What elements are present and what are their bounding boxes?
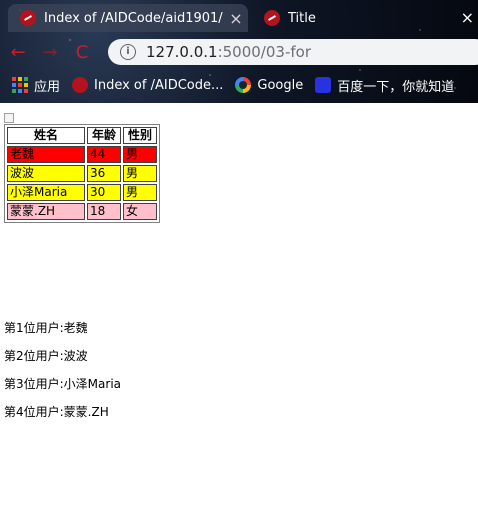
- baidu-paw-icon: [315, 77, 332, 93]
- google-icon: [235, 77, 252, 93]
- site-info-icon[interactable]: i: [120, 44, 136, 60]
- broken-image-icon: [4, 113, 14, 123]
- tab-title: Title: [288, 10, 316, 26]
- window-close-icon[interactable]: ×: [461, 8, 474, 27]
- bookmark-label: 应用: [34, 79, 61, 95]
- cell-sex: 男: [123, 184, 157, 201]
- address-bar[interactable]: i 127.0.0.1 :5000/03-for: [108, 39, 478, 65]
- cell-age: 18: [87, 203, 121, 220]
- bookmark-label: Google: [257, 77, 304, 93]
- table-header-row: 姓名 年龄 性别: [7, 127, 157, 144]
- cell-age: 44: [87, 146, 121, 163]
- tab-title-page[interactable]: Title: [252, 4, 452, 32]
- cell-name: 波波: [7, 165, 85, 182]
- header-age: 年龄: [87, 127, 121, 144]
- tab-close-icon[interactable]: ×: [224, 9, 248, 28]
- cell-sex: 男: [123, 165, 157, 182]
- header-sex: 性别: [123, 127, 157, 144]
- page-content: 姓名 年龄 性别 老魏 44 男 波波 36 男 小泽Maria 30 男 蒙蒙…: [0, 103, 478, 518]
- url-host: 127.0.0.1: [146, 43, 218, 61]
- user-line: 第1位用户:老魏: [4, 321, 88, 335]
- site-favicon-icon: [72, 77, 89, 93]
- site-favicon-icon: [20, 10, 36, 26]
- reload-button[interactable]: C: [68, 38, 96, 66]
- bookmark-index-of-aidcode[interactable]: Index of /AIDCode...: [72, 77, 223, 93]
- url-path: :5000/03-for: [217, 43, 311, 61]
- user-line: 第4位用户:蒙蒙.ZH: [4, 405, 109, 419]
- bookmark-baidu[interactable]: 百度一下，你就知道: [315, 76, 454, 95]
- site-favicon-icon: [264, 10, 280, 26]
- browser-toolbar: ← → C i 127.0.0.1 :5000/03-for: [0, 36, 478, 68]
- table-row: 老魏 44 男: [7, 146, 157, 163]
- back-button[interactable]: ←: [4, 38, 32, 66]
- cell-name: 蒙蒙.ZH: [7, 203, 85, 220]
- header-name: 姓名: [7, 127, 85, 144]
- table-row: 小泽Maria 30 男: [7, 184, 157, 201]
- forward-button[interactable]: →: [36, 38, 64, 66]
- cell-sex: 男: [123, 146, 157, 163]
- bookmark-label: 百度一下，你就知道: [337, 79, 455, 95]
- cell-name: 老魏: [7, 146, 85, 163]
- apps-grid-icon: [12, 77, 28, 93]
- cell-name: 小泽Maria: [7, 184, 85, 201]
- tab-title: Index of /AIDCode/aid1901/1: [44, 10, 224, 26]
- user-line: 第3位用户:小泽Maria: [4, 377, 122, 391]
- bookmarks-bar: 应用 Index of /AIDCode... Google 百度一下，你就知道: [0, 72, 478, 98]
- cell-age: 36: [87, 165, 121, 182]
- users-table: 姓名 年龄 性别 老魏 44 男 波波 36 男 小泽Maria 30 男 蒙蒙…: [4, 124, 160, 223]
- browser-chrome: Index of /AIDCode/aid1901/1 × Title × ← …: [0, 0, 478, 103]
- cell-age: 30: [87, 184, 121, 201]
- user-list: 第1位用户:老魏 第2位用户:波波 第3位用户:小泽Maria 第4位用户:蒙蒙…: [4, 322, 121, 434]
- cell-sex: 女: [123, 203, 157, 220]
- table-row: 波波 36 男: [7, 165, 157, 182]
- table-row: 蒙蒙.ZH 18 女: [7, 203, 157, 220]
- bookmark-label: Index of /AIDCode...: [94, 77, 224, 93]
- bookmark-apps[interactable]: 应用: [12, 76, 60, 95]
- bookmark-google[interactable]: Google: [235, 77, 303, 93]
- tab-index-of-aidcode[interactable]: Index of /AIDCode/aid1901/1 ×: [8, 4, 248, 32]
- user-line: 第2位用户:波波: [4, 349, 88, 363]
